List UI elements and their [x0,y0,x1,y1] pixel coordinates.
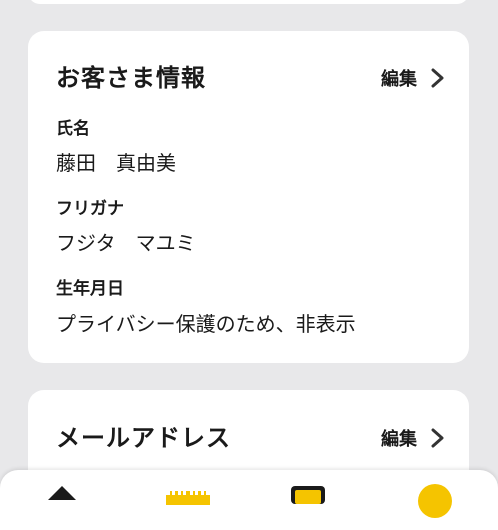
barcode-icon [166,491,210,505]
tab-home[interactable] [46,484,78,508]
card-icon [291,486,325,504]
customer-info-edit-button[interactable]: 編集 [381,65,445,91]
name-value: 藤田 真由美 [56,151,176,175]
edit-label: 編集 [381,69,417,90]
email-edit-button[interactable]: 編集 [381,425,445,451]
edit-label: 編集 [381,429,417,450]
chevron-right-icon [431,68,444,88]
customer-info-title: お客さま情報 [56,64,206,92]
home-icon [48,486,76,500]
tab-coin[interactable] [418,484,452,522]
tab-card[interactable] [291,484,325,508]
previous-card [28,0,469,4]
customer-info-card: お客さま情報 編集 氏名 藤田 真由美 フリガナ フジタ マユミ 生年月日 プラ… [28,31,469,363]
furigana-label: フリガナ [56,199,124,219]
bottom-tab-bar [0,470,498,530]
email-title: メールアドレス [56,424,231,452]
name-label: 氏名 [56,119,90,139]
birthdate-label: 生年月日 [56,279,124,299]
furigana-value: フジタ マユミ [56,231,196,255]
coin-icon [418,484,452,518]
birthdate-value: プライバシー保護のため、非表示 [56,312,356,336]
tab-barcode[interactable] [166,490,210,509]
chevron-right-icon [431,428,444,448]
